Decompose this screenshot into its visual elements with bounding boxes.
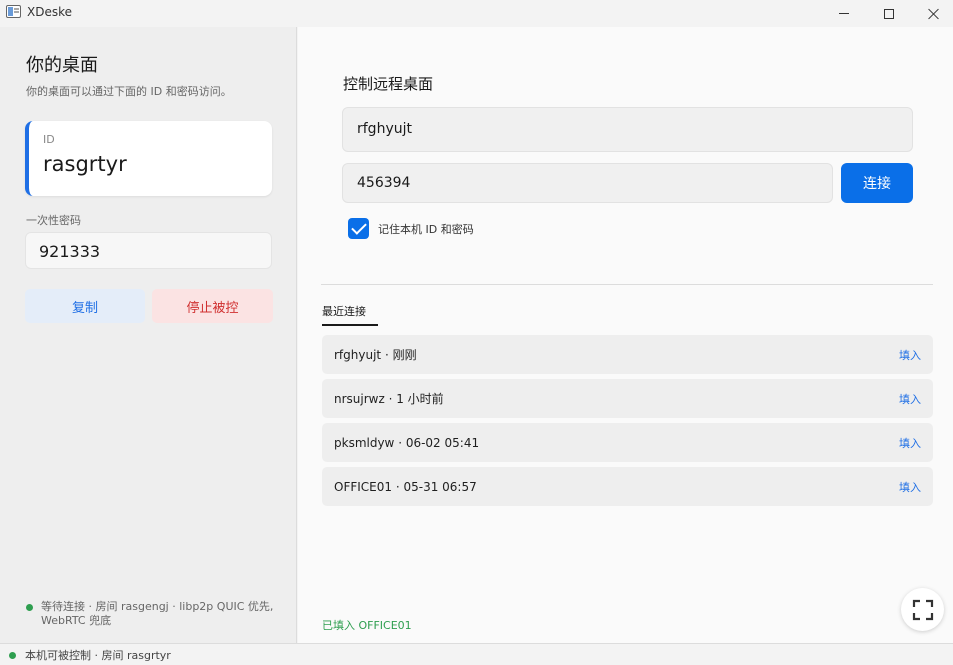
divider	[321, 284, 933, 285]
fill-link[interactable]: 填入	[899, 391, 921, 407]
sidebar: 你的桌面 你的桌面可以通过下面的 ID 和密码访问。 ID rasgrtyr 一…	[0, 27, 297, 643]
maximize-icon	[884, 8, 894, 19]
stop-being-controlled-button[interactable]: 停止被控	[152, 289, 273, 323]
remote-control-title: 控制远程桌面	[343, 75, 434, 93]
connection-status-text: 等待连接 · 房间 rasgengj · libp2p QUIC 优先, Web…	[41, 600, 274, 627]
status-bar-text: 本机可被控制 · 房间 rasgrtyr	[25, 648, 171, 662]
list-item[interactable]: rfghyujt · 刚刚 填入	[322, 335, 933, 374]
list-item[interactable]: pksmldyw · 06-02 05:41 填入	[322, 423, 933, 462]
fullscreen-icon	[912, 599, 933, 620]
minimize-icon	[839, 13, 849, 14]
remember-label: 记住本机 ID 和密码	[378, 222, 474, 236]
status-dot-icon	[26, 604, 33, 611]
tab-recent-connections[interactable]: 最近连接	[322, 303, 366, 326]
fill-link[interactable]: 填入	[899, 479, 921, 495]
recent-item-text: nrsujrwz · 1 小时前	[334, 392, 444, 406]
sidebar-title: 你的桌面	[26, 55, 98, 76]
main-panel: 控制远程桌面 rfghyujt 456394 连接 记住本机 ID 和密码 最近…	[298, 27, 953, 643]
fill-link[interactable]: 填入	[899, 435, 921, 451]
recent-item-text: OFFICE01 · 05-31 06:57	[334, 479, 477, 494]
local-id-value: rasgrtyr	[43, 152, 127, 176]
sidebar-subtitle: 你的桌面可以通过下面的 ID 和密码访问。	[26, 85, 232, 98]
remote-password-input[interactable]: 456394	[342, 163, 833, 203]
recent-item-text: rfghyujt · 刚刚	[334, 348, 417, 362]
local-id-label: ID	[43, 133, 55, 146]
status-bar: 本机可被控制 · 房间 rasgrtyr	[0, 643, 953, 665]
close-button[interactable]	[911, 0, 953, 27]
one-time-password-label: 一次性密码	[26, 214, 81, 227]
title-bar: XDeske	[0, 0, 953, 27]
tab-active-indicator	[322, 324, 378, 326]
list-item[interactable]: OFFICE01 · 05-31 06:57 填入	[322, 467, 933, 506]
connect-button[interactable]: 连接	[841, 163, 913, 203]
local-id-card: ID rasgrtyr	[25, 121, 272, 196]
fill-link[interactable]: 填入	[899, 347, 921, 363]
app-window-icon	[6, 5, 21, 18]
remember-checkbox[interactable]	[348, 218, 369, 239]
filled-status-text: 已填入 OFFICE01	[322, 619, 412, 632]
copy-button[interactable]: 复制	[25, 289, 145, 323]
remote-id-input[interactable]: rfghyujt	[342, 107, 913, 152]
connection-status: 等待连接 · 房间 rasgengj · libp2p QUIC 优先, Web…	[26, 600, 276, 628]
remember-checkbox-row[interactable]: 记住本机 ID 和密码	[348, 218, 474, 239]
fullscreen-button[interactable]	[901, 588, 944, 631]
close-icon	[928, 8, 940, 20]
recent-item-text: pksmldyw · 06-02 05:41	[334, 435, 480, 450]
maximize-button[interactable]	[866, 0, 912, 27]
window-title: XDeske	[27, 5, 72, 19]
status-dot-icon	[9, 652, 16, 659]
list-item[interactable]: nrsujrwz · 1 小时前 填入	[322, 379, 933, 418]
one-time-password-value: 921333	[25, 232, 272, 269]
recent-connections-list: rfghyujt · 刚刚 填入 nrsujrwz · 1 小时前 填入 pks…	[322, 335, 933, 511]
minimize-button[interactable]	[821, 0, 867, 27]
